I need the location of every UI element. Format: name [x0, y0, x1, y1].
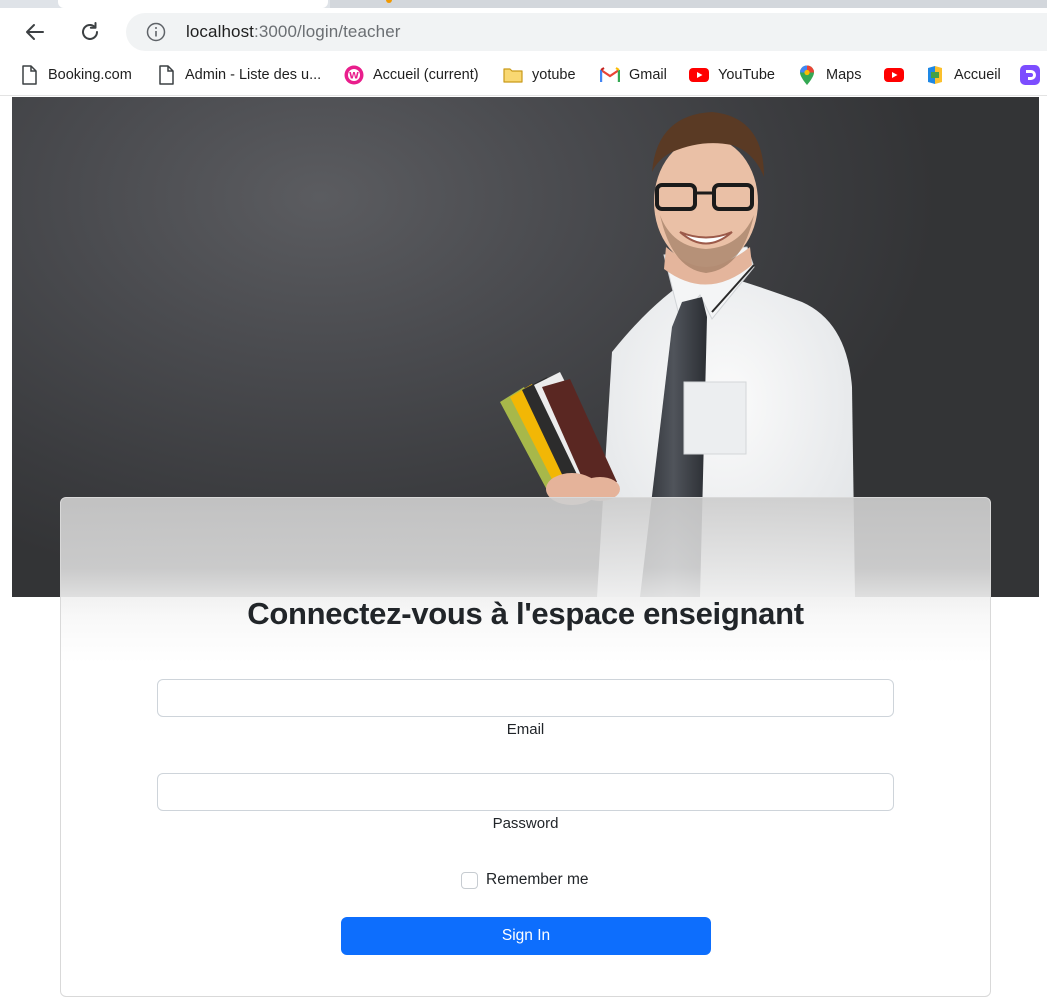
back-button[interactable] — [17, 14, 53, 50]
password-field[interactable] — [157, 773, 894, 811]
email-input[interactable] — [158, 680, 893, 716]
app-icon — [925, 65, 945, 85]
youtube-icon — [689, 65, 709, 85]
purple-app-icon — [1020, 65, 1040, 85]
site-info-icon[interactable] — [146, 22, 166, 42]
reload-icon — [82, 22, 98, 40]
bookmark-admin[interactable]: Admin - Liste des u... — [156, 63, 321, 87]
email-field[interactable] — [157, 679, 894, 717]
remember-me-label: Remember me — [486, 871, 589, 888]
reload-button[interactable] — [72, 14, 108, 50]
bookmark-yotube-folder[interactable]: yotube — [503, 63, 576, 87]
bookmark-label: Accueil — [954, 67, 1001, 83]
bookmark-label: Accueil (current) — [373, 67, 479, 83]
bookmark-accueil[interactable]: Accueil — [925, 63, 1001, 87]
youtube-icon — [884, 65, 904, 85]
page-icon — [19, 65, 39, 85]
gmail-icon — [600, 65, 620, 85]
bookmark-accueil-current[interactable]: W Accueil (current) — [344, 63, 479, 87]
bookmark-booking[interactable]: Booking.com — [19, 63, 132, 87]
folder-icon — [503, 65, 523, 85]
bookmark-label: Maps — [826, 67, 862, 83]
bookmark-gmail[interactable]: Gmail — [600, 63, 667, 87]
back-arrow-icon — [26, 24, 44, 40]
bookmark-youtube-2[interactable] — [884, 63, 913, 87]
browser-toolbar: localhost:3000/login/teacher — [0, 8, 1047, 56]
maps-pin-icon — [797, 65, 817, 85]
bookmark-label: yotube — [532, 67, 576, 83]
email-label: Email — [506, 721, 545, 738]
page-icon — [156, 65, 176, 85]
remember-me[interactable]: Remember me — [461, 870, 589, 890]
svg-text:W: W — [349, 72, 359, 82]
password-label: Password — [492, 815, 559, 832]
tab-active[interactable] — [58, 0, 328, 8]
url-path: :3000/login/teacher — [254, 22, 401, 41]
bookmarks-bar: Booking.com Admin - Liste des u... W Acc… — [0, 56, 1047, 96]
bookmark-label: YouTube — [718, 67, 775, 83]
wamp-icon: W — [344, 65, 364, 85]
remember-me-checkbox[interactable] — [461, 871, 478, 889]
sign-in-button[interactable]: Sign In — [341, 917, 711, 955]
tab-inactive[interactable] — [330, 0, 1047, 8]
bookmark-label: Gmail — [629, 67, 667, 83]
tab-strip — [0, 0, 1047, 8]
bookmark-label: Admin - Liste des u... — [185, 67, 322, 83]
page-title: Connectez-vous à l'espace enseignant — [247, 596, 804, 631]
url-text[interactable]: localhost:3000/login/teacher — [186, 22, 401, 42]
login-card: Connectez-vous à l'espace enseignant Ema… — [60, 497, 991, 997]
address-bar[interactable]: localhost:3000/login/teacher — [126, 13, 1047, 51]
bookmark-maps[interactable]: Maps — [797, 63, 861, 87]
url-host: localhost — [186, 22, 254, 41]
bookmark-purple-app[interactable] — [1020, 63, 1047, 87]
bookmark-youtube[interactable]: YouTube — [689, 63, 775, 87]
bookmark-label: Booking.com — [48, 67, 132, 83]
password-input[interactable] — [158, 774, 893, 810]
